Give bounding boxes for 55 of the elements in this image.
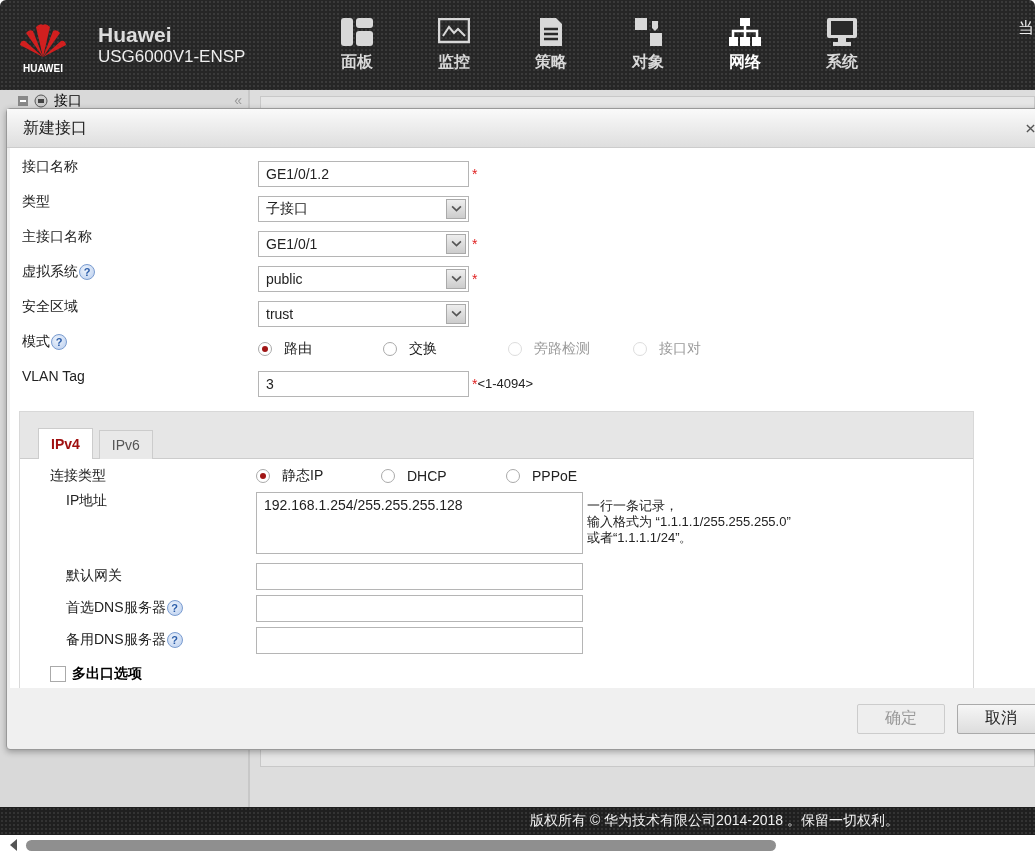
field-label: 连接类型 [49, 466, 107, 485]
field-label: 安全区域 [22, 298, 78, 316]
field-label: 类型 [22, 193, 50, 211]
dropdown-field[interactable]: 子接口 [258, 195, 469, 222]
field-label: 主接口名称 [22, 228, 92, 246]
nav-tab[interactable]: 策略 [502, 17, 599, 73]
radio-label: DHCP [407, 467, 447, 484]
radio-label: PPPoE [532, 467, 578, 484]
header-text: 当 [1018, 18, 1034, 38]
nav-tab[interactable]: 面板 [308, 17, 405, 73]
dropdown-field[interactable]: GE1/0/1 [258, 230, 469, 257]
field-label: 备用DNS服务器 [66, 631, 166, 649]
required-mark: * [472, 165, 478, 182]
required-mark: * [472, 375, 478, 392]
product-name: Huawei [98, 23, 173, 47]
help-button[interactable]: ? [79, 264, 95, 280]
text-field[interactable]: 3 [258, 370, 469, 397]
radio-label: 交换 [409, 339, 437, 358]
nav-tab[interactable]: 网络 [696, 17, 793, 73]
brand-name: HUAWEI [23, 62, 63, 74]
field-label: 默认网关 [66, 567, 122, 585]
radio-label: 路由 [284, 339, 312, 358]
nav-tab[interactable]: 系统 [793, 17, 890, 73]
model-name: USG6000V1-ENSP [98, 47, 247, 67]
field-label: 虚拟系统 [22, 263, 78, 281]
nav-tab[interactable]: 对象 [599, 17, 696, 73]
required-mark: * [472, 270, 478, 287]
field-label: VLAN Tag [22, 368, 85, 384]
field-label: IP地址 [65, 492, 109, 510]
format-hint: 或者“1.1.1.1/24”。 [587, 530, 694, 546]
format-hint: 一行一条记录， [587, 498, 679, 514]
range-hint: <1-4094> [477, 376, 534, 391]
field-label: 模式 [22, 333, 50, 351]
format-hint: 输入格式为 “1.1.1.1/255.255.255.0” [587, 514, 791, 530]
dialog-button[interactable]: 取消 [957, 703, 1035, 734]
dropdown-field[interactable]: public [258, 265, 469, 292]
field-label: 接口名称 [22, 158, 78, 176]
dropdown-field[interactable]: trust [258, 300, 469, 327]
text-field[interactable]: GE1/0/1.2 [258, 160, 469, 187]
help-button[interactable]: ? [166, 632, 183, 648]
tab[interactable]: IPv6 [98, 430, 153, 459]
help-button[interactable]: ? [51, 334, 67, 350]
tab[interactable]: IPv4 [38, 428, 93, 459]
ip-address-field[interactable]: 192.168.1.254/255.255.255.128 [256, 492, 583, 554]
nav-tab[interactable]: 监控 [405, 17, 502, 73]
required-mark: * [472, 235, 478, 252]
radio-label: 接口对 [659, 339, 701, 358]
dialog-title: 新建接口 [23, 117, 87, 138]
radio-label: 旁路检测 [534, 339, 590, 358]
copyright-text: 版权所有 © 华为技术有限公司2014-2018 。保留一切权利。 [530, 812, 899, 830]
radio-label: 静态IP [282, 466, 324, 485]
field-label: 首选DNS服务器 [66, 599, 166, 617]
help-button[interactable]: ? [166, 600, 183, 616]
checkbox-label: 多出口选项 [72, 665, 142, 683]
sidebar-item[interactable]: 接口 [18, 92, 82, 110]
